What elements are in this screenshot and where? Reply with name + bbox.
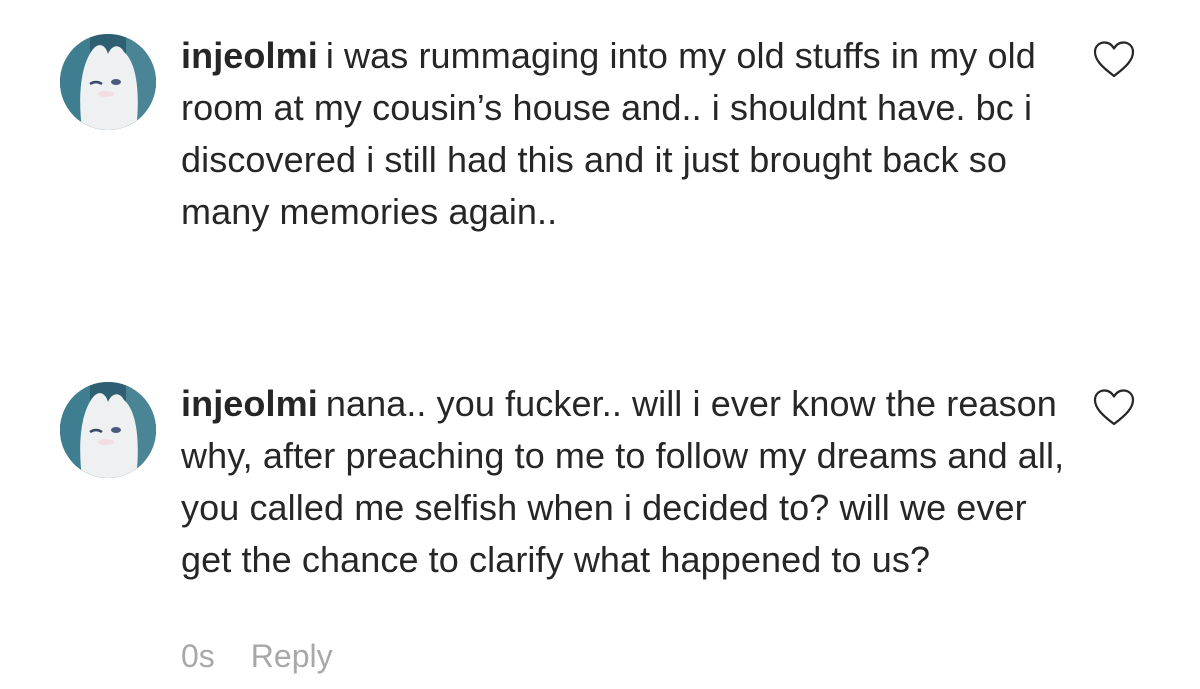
moomin-avatar-icon: [60, 34, 156, 130]
avatar[interactable]: [60, 34, 156, 130]
heart-outline-icon: [1093, 389, 1135, 426]
comment-text-block: injeolmi i was rummaging into my old stuf…: [181, 30, 1071, 238]
heart-outline-icon: [1093, 41, 1135, 78]
like-button[interactable]: [1092, 40, 1136, 80]
like-button[interactable]: [1092, 388, 1136, 428]
comment-username[interactable]: injeolmi: [181, 383, 318, 424]
reply-button[interactable]: Reply: [251, 638, 333, 674]
moomin-avatar-icon: [60, 382, 156, 478]
avatar[interactable]: [60, 382, 156, 478]
comment-timestamp: 0s: [181, 638, 215, 674]
comment-username[interactable]: injeolmi: [181, 35, 318, 76]
comment-meta: 0s Reply: [181, 636, 333, 676]
comment-text-block: injeolmi nana.. you fucker.. will i ever …: [181, 378, 1071, 586]
